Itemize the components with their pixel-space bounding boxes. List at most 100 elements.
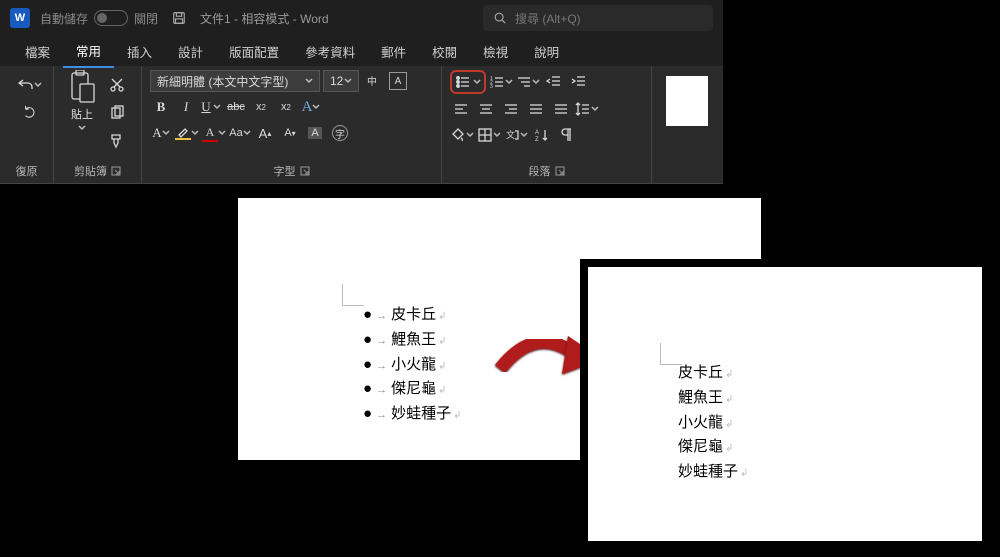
dialog-launcher-icon[interactable]	[111, 166, 121, 176]
text-direction-button[interactable]: 文	[504, 124, 528, 146]
multilevel-list-icon	[516, 74, 532, 90]
format-painter-button[interactable]	[106, 130, 128, 152]
cut-button[interactable]	[106, 74, 128, 96]
chevron-down-icon	[591, 105, 599, 113]
font-size-value: 12	[330, 74, 343, 88]
strikethrough-button[interactable]: abc	[225, 96, 247, 118]
show-marks-button[interactable]	[556, 124, 578, 146]
dialog-launcher-icon[interactable]	[555, 166, 565, 176]
font-color-like-button[interactable]: A	[150, 122, 172, 144]
chevron-down-icon	[520, 131, 528, 139]
undo-icon	[18, 77, 34, 93]
group-undo: 復原	[0, 66, 54, 183]
chevron-down-icon	[344, 77, 352, 85]
dialog-launcher-icon[interactable]	[300, 166, 310, 176]
document-area: ●→皮卡丘↲ ●→鯉魚王↲ ●→小火龍↲ ●→傑尼龜↲ ●→妙蛙種子↲ 皮卡丘↲…	[0, 184, 1000, 557]
autosave-toggle[interactable]	[94, 10, 128, 26]
highlight-button[interactable]	[175, 122, 199, 144]
shading-icon	[450, 127, 466, 143]
tab-help[interactable]: 說明	[521, 36, 572, 67]
font-size-combo[interactable]: 12	[323, 70, 359, 92]
list-item: ●→鯉魚王↲	[363, 328, 461, 353]
list-item: 小火龍↲	[678, 411, 748, 436]
list-item: 傑尼龜↲	[678, 435, 748, 460]
svg-text:中: 中	[367, 75, 377, 88]
align-center-icon	[478, 101, 494, 117]
paste-button[interactable]: 貼上	[62, 70, 102, 152]
line-spacing-button[interactable]	[575, 98, 599, 120]
borders-icon	[477, 127, 493, 143]
style-preview[interactable]	[666, 76, 708, 126]
shrink-font-button[interactable]: A▾	[279, 122, 301, 144]
font-color-button[interactable]: A	[202, 122, 226, 144]
align-left-button[interactable]	[450, 98, 472, 120]
multilevel-list-button[interactable]	[516, 71, 540, 93]
change-case-button[interactable]: Aa	[229, 122, 251, 144]
tab-file[interactable]: 檔案	[12, 36, 63, 67]
undo-button[interactable]	[8, 74, 52, 96]
bullets-button[interactable]	[450, 70, 486, 94]
group-label-clipboard: 剪貼簿	[74, 163, 107, 179]
chevron-down-icon	[162, 129, 170, 137]
save-button[interactable]	[168, 7, 190, 29]
document-page-after[interactable]: 皮卡丘↲ 鯉魚王↲ 小火龍↲ 傑尼龜↲ 妙蛙種子↲	[588, 267, 982, 541]
chevron-down-icon	[191, 129, 199, 137]
tab-insert[interactable]: 插入	[114, 36, 165, 67]
align-justify-button[interactable]	[525, 98, 547, 120]
char-border-icon: A	[389, 72, 407, 90]
cut-icon	[109, 77, 125, 93]
numbering-icon: 123	[489, 74, 505, 90]
decrease-indent-button[interactable]	[543, 71, 565, 93]
enclose-char-button[interactable]: 字	[329, 122, 351, 144]
pilcrow-icon	[559, 127, 575, 143]
decrease-indent-icon	[546, 74, 562, 90]
svg-text:文: 文	[506, 129, 515, 140]
superscript-button[interactable]: x2	[275, 96, 297, 118]
increase-indent-button[interactable]	[568, 71, 590, 93]
tab-review[interactable]: 校閱	[419, 36, 470, 67]
text-effects-button[interactable]: A	[300, 96, 322, 118]
search-input[interactable]: 搜尋 (Alt+Q)	[483, 5, 713, 31]
underline-button[interactable]: U	[200, 96, 222, 118]
copy-icon	[109, 105, 125, 121]
chevron-down-icon	[305, 77, 313, 85]
align-right-button[interactable]	[500, 98, 522, 120]
char-shading-button[interactable]: A	[304, 122, 326, 144]
numbering-button[interactable]: 123	[489, 71, 513, 93]
copy-button[interactable]	[106, 102, 128, 124]
tab-view[interactable]: 檢視	[470, 36, 521, 67]
italic-button[interactable]: I	[175, 96, 197, 118]
sort-button[interactable]: AZ	[531, 124, 553, 146]
autosave-control[interactable]: 自動儲存 關閉	[40, 10, 158, 27]
font-name-combo[interactable]: 新細明體 (本文中文字型)	[150, 70, 320, 92]
shading-button[interactable]	[450, 124, 474, 146]
char-border-button[interactable]: A	[387, 70, 409, 92]
group-label-paragraph: 段落	[529, 163, 551, 179]
tab-home[interactable]: 常用	[63, 35, 114, 68]
tab-references[interactable]: 參考資料	[292, 36, 368, 67]
grow-font-button[interactable]: A▴	[254, 122, 276, 144]
svg-text:3: 3	[490, 84, 493, 90]
align-center-button[interactable]	[475, 98, 497, 120]
list-item: ●→妙蛙種子↲	[363, 402, 461, 427]
phonetic-guide-button[interactable]: 中	[362, 70, 384, 92]
group-styles	[652, 66, 716, 183]
chevron-down-icon	[213, 103, 221, 111]
chevron-down-icon	[78, 124, 86, 132]
align-distribute-icon	[553, 101, 569, 117]
margin-corner	[342, 284, 364, 306]
borders-button[interactable]	[477, 124, 501, 146]
list-item: ●→傑尼龜↲	[363, 377, 461, 402]
bold-button[interactable]: B	[150, 96, 172, 118]
tab-design[interactable]: 設計	[165, 36, 216, 67]
svg-text:A: A	[535, 130, 539, 136]
paste-icon	[68, 70, 96, 104]
chevron-down-icon	[532, 78, 540, 86]
tab-layout[interactable]: 版面配置	[216, 36, 292, 67]
title-bar: W 自動儲存 關閉 文件1 - 相容模式 - Word 搜尋 (Alt+Q)	[0, 0, 723, 36]
increase-indent-icon	[571, 74, 587, 90]
align-distribute-button[interactable]	[550, 98, 572, 120]
redo-button[interactable]	[8, 102, 52, 124]
subscript-button[interactable]: x2	[250, 96, 272, 118]
tab-mailings[interactable]: 郵件	[368, 36, 419, 67]
